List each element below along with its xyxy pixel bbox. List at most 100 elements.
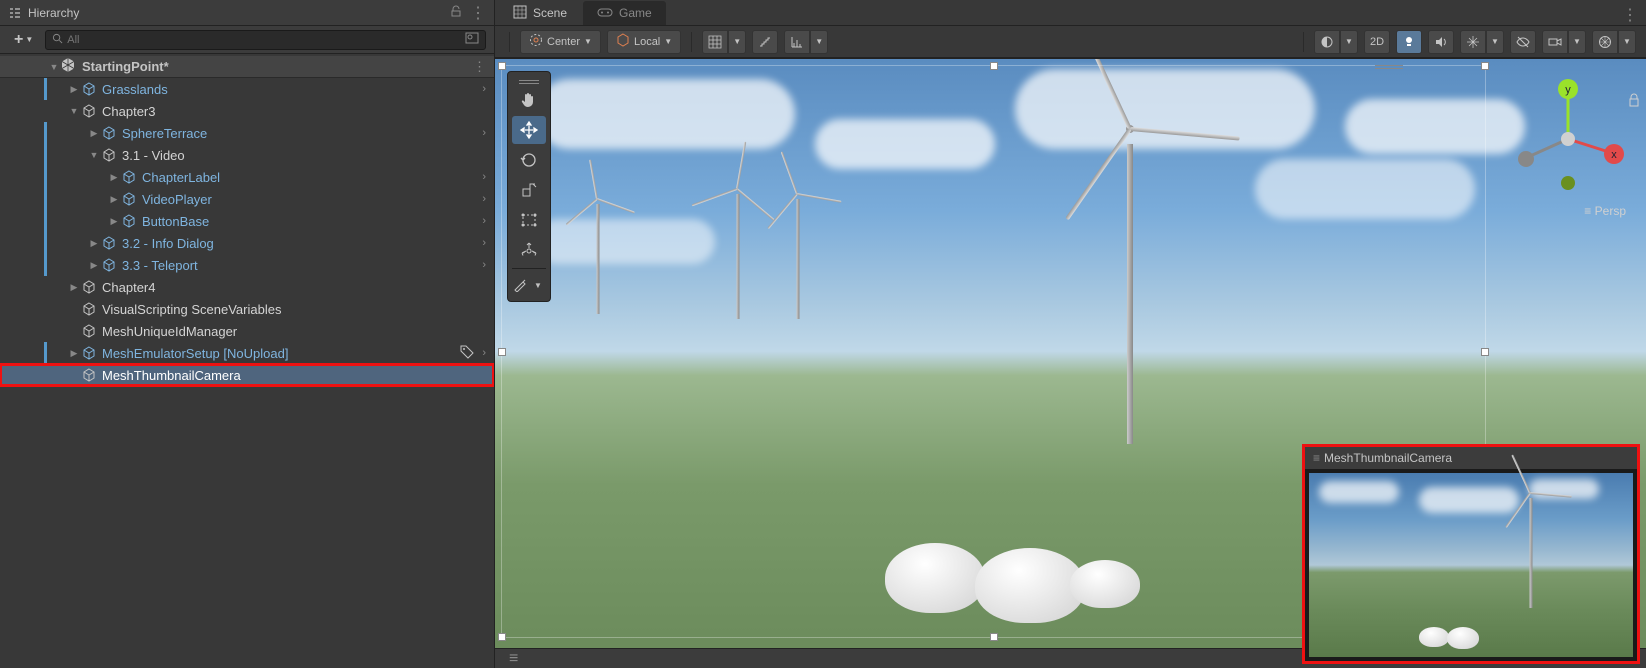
prefab-open-icon[interactable]: › [482,83,486,95]
scene-root-label: StartingPoint* [82,59,169,74]
expand-arrow-icon[interactable]: ▶ [108,216,120,227]
search-type-icon[interactable] [465,31,479,49]
hierarchy-item-visualscripting[interactable]: VisualScripting SceneVariables [0,298,494,320]
prefab-open-icon[interactable]: › [482,215,486,227]
drag-handle-icon[interactable] [512,76,546,84]
snap-increment-button[interactable] [752,30,778,54]
grid-snap-button[interactable] [702,30,728,54]
handle-button[interactable]: Local ▼ [607,30,681,54]
hierarchy-item-meshuniqueid[interactable]: MeshUniqueIdManager [0,320,494,342]
hierarchy-item-chapterlabel[interactable]: ▶ ChapterLabel › [0,166,494,188]
scene-tabs: Scene Game ⋮ [495,0,1646,26]
expand-arrow-icon[interactable]: ▼ [88,150,100,160]
item-label: ButtonBase [142,214,209,229]
hierarchy-item-videoplayer[interactable]: ▶ VideoPlayer › [0,188,494,210]
hierarchy-item-chapter3[interactable]: ▼ Chapter3 [0,100,494,122]
orientation-gizmo[interactable]: y x [1508,79,1628,199]
fx-button[interactable] [1460,30,1486,54]
overlay-drag-handle-icon[interactable] [1375,65,1403,71]
lighting-button[interactable] [1396,30,1422,54]
audio-button[interactable] [1428,30,1454,54]
hierarchy-item-grasslands[interactable]: ▶ Grasslands › [0,78,494,100]
hierarchy-item-buttonbase[interactable]: ▶ ButtonBase › [0,210,494,232]
transform-tool-button[interactable] [512,236,546,264]
prefab-icon [100,234,118,252]
tab-game[interactable]: Game [583,1,666,25]
grid-visibility-dropdown[interactable]: ▼ [810,30,828,54]
hierarchy-icon [8,6,22,20]
custom-tools-dropdown[interactable]: ▼ [530,273,546,297]
visibility-button[interactable] [1510,30,1536,54]
prefab-open-icon[interactable]: › [482,127,486,139]
hierarchy-item-video[interactable]: ▼ 3.1 - Video [0,144,494,166]
move-tool-button[interactable] [512,116,546,144]
prefab-open-icon[interactable]: › [482,171,486,183]
kebab-icon[interactable]: ⋮ [473,59,486,75]
expand-arrow-icon[interactable]: ▶ [88,260,100,271]
gameobject-icon [80,322,98,340]
custom-tools-button[interactable] [512,273,528,297]
kebab-menu-icon[interactable]: ⋮ [470,3,486,23]
grid-snap-dropdown[interactable]: ▼ [728,30,746,54]
hierarchy-item-meshthumbnailcamera[interactable]: MeshThumbnailCamera [0,364,494,386]
gameobject-icon [80,102,98,120]
gizmo-dropdown[interactable]: ▼ [1618,30,1636,54]
item-label: MeshThumbnailCamera [102,368,241,383]
mode-2d-button[interactable]: 2D [1364,30,1390,54]
perspective-label[interactable]: ≡ Persp [1584,204,1626,218]
expand-arrow-icon[interactable]: ▶ [88,238,100,249]
drag-handle-icon[interactable]: ≡ [509,650,518,668]
expand-arrow-icon[interactable]: ▶ [108,172,120,183]
camera-preview[interactable]: ≡ MeshThumbnailCamera [1302,444,1640,664]
scene-view[interactable]: ▼ y x ≡ Persp ≡ [495,58,1646,668]
prefab-open-icon[interactable]: › [482,193,486,205]
expand-arrow-icon[interactable]: ▼ [68,106,80,116]
expand-arrow-icon[interactable]: ▶ [68,84,80,95]
item-label: SphereTerrace [122,126,207,141]
hierarchy-search[interactable] [45,30,486,50]
camera-dropdown[interactable]: ▼ [1568,30,1586,54]
scene-root[interactable]: ▼ StartingPoint* ⋮ [0,56,494,78]
expand-arrow-icon[interactable]: ▶ [88,128,100,139]
unity-logo-icon [60,57,76,76]
rect-tool-button[interactable] [512,206,546,234]
hand-tool-button[interactable] [512,86,546,114]
prefab-open-icon[interactable]: › [482,347,486,359]
pivot-button[interactable]: Center ▼ [520,30,601,54]
hierarchy-item-teleport[interactable]: ▶ 3.3 - Teleport › [0,254,494,276]
prefab-open-icon[interactable]: › [482,237,486,249]
camera-preview-header[interactable]: ≡ MeshThumbnailCamera [1305,447,1637,469]
prefab-open-icon[interactable]: › [482,259,486,271]
scene-tab-icon [513,5,527,22]
add-button[interactable]: + ▼ [8,29,39,51]
camera-button[interactable] [1542,30,1568,54]
hierarchy-item-infodialog[interactable]: ▶ 3.2 - Info Dialog › [0,232,494,254]
hierarchy-item-chapter4[interactable]: ▶ Chapter4 [0,276,494,298]
item-label: 3.1 - Video [122,148,185,163]
search-input[interactable] [67,34,465,46]
kebab-icon[interactable]: ⋮ [1622,5,1638,25]
scale-tool-button[interactable] [512,176,546,204]
fx-dropdown[interactable]: ▼ [1486,30,1504,54]
mode-2d-label: 2D [1370,36,1384,48]
svg-text:y: y [1565,84,1571,96]
gizmo-lock-icon[interactable] [1628,93,1640,112]
rotate-tool-button[interactable] [512,146,546,174]
gizmo-button[interactable] [1592,30,1618,54]
hierarchy-item-sphereterrace[interactable]: ▶ SphereTerrace › [0,122,494,144]
grid-visibility-button[interactable] [784,30,810,54]
hierarchy-item-meshemulator[interactable]: ▶ MeshEmulatorSetup [NoUpload] › [0,342,494,364]
expand-arrow-icon[interactable]: ▶ [68,282,80,293]
handle-label: Local [634,36,660,48]
prefab-icon [120,190,138,208]
expand-arrow-icon[interactable]: ▶ [108,194,120,205]
drag-handle-icon[interactable]: ≡ [1313,451,1318,465]
draw-mode-dropdown[interactable]: ▼ [1340,30,1358,54]
draw-mode-button[interactable] [1314,30,1340,54]
item-label: Grasslands [102,82,168,97]
expand-arrow-icon[interactable]: ▶ [68,348,80,359]
svg-text:x: x [1611,149,1617,161]
tab-scene[interactable]: Scene [499,1,581,25]
expand-arrow-icon[interactable]: ▼ [48,62,60,72]
unlock-icon[interactable] [450,4,462,22]
